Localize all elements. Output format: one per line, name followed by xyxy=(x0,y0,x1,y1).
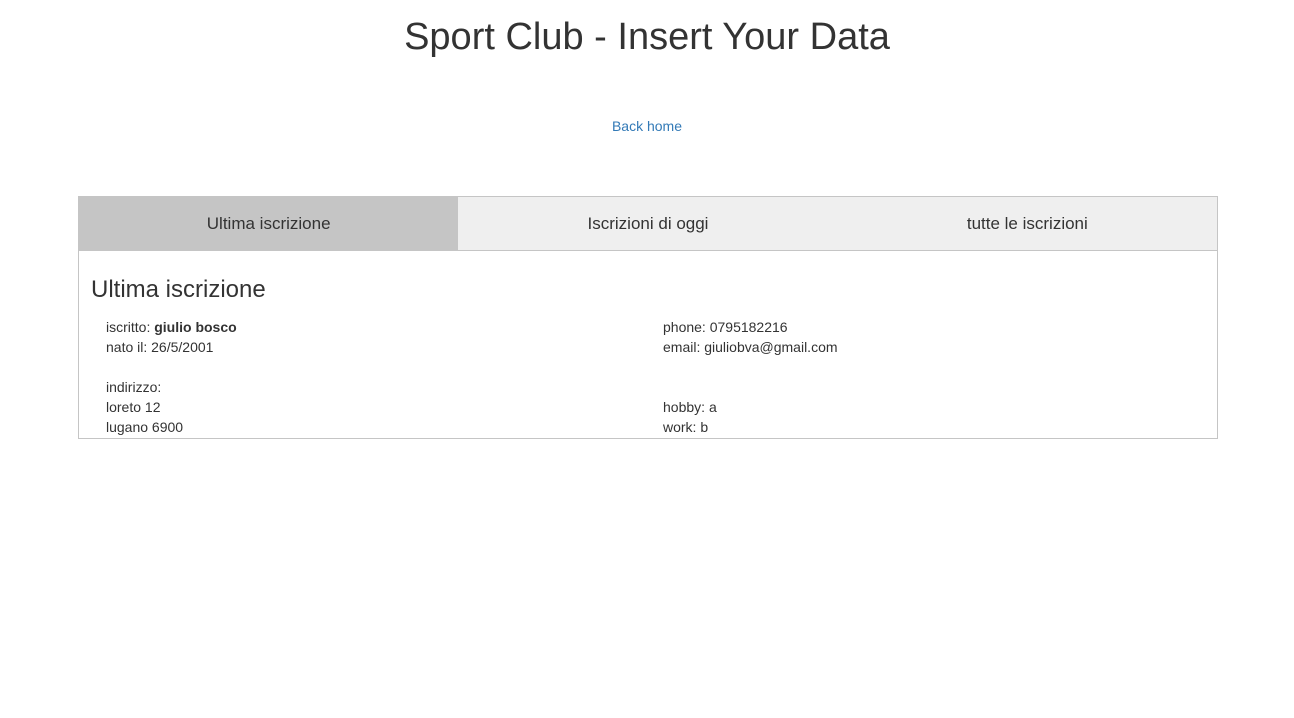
page-title: Sport Club - Insert Your Data xyxy=(404,16,890,58)
tab-bar: Ultima iscrizione Iscrizioni di oggi tut… xyxy=(79,197,1217,251)
tabs-panel: Ultima iscrizione Iscrizioni di oggi tut… xyxy=(78,196,1218,439)
iscritto-row: iscritto: giulio bosco xyxy=(106,317,648,337)
tab-iscrizioni-di-oggi[interactable]: Iscrizioni di oggi xyxy=(458,197,837,250)
hobby-row: hobby: a xyxy=(663,397,1205,417)
nato-row: nato il: 26/5/2001 xyxy=(106,337,648,357)
indirizzo-label: indirizzo: xyxy=(106,379,162,395)
tab-ultima-iscrizione[interactable]: Ultima iscrizione xyxy=(79,197,459,250)
work-value: b xyxy=(700,419,709,435)
city-value: lugano 6900 xyxy=(106,419,184,435)
work-row: work: b xyxy=(663,417,1205,437)
nato-label: nato il: xyxy=(106,339,148,355)
email-row: email: giuliobva@gmail.com xyxy=(663,337,1205,357)
email-value: giuliobva@gmail.com xyxy=(704,339,838,355)
iscritto-value: giulio bosco xyxy=(154,319,237,335)
phone-label: phone: xyxy=(663,319,706,335)
registration-details: iscritto: giulio bosco nato il: 26/5/200… xyxy=(91,317,1205,437)
section-title: Ultima iscrizione xyxy=(91,276,266,303)
phone-row: phone: 0795182216 xyxy=(663,317,1205,337)
phone-value: 0795182216 xyxy=(709,319,788,335)
tab-tutte-le-iscrizioni[interactable]: tutte le iscrizioni xyxy=(838,197,1217,250)
email-label: email: xyxy=(663,339,701,355)
details-right-column: phone: 0795182216 email: giuliobva@gmail… xyxy=(648,317,1205,437)
hobby-label: hobby: xyxy=(663,399,706,415)
back-home-link[interactable]: Back home xyxy=(612,118,682,134)
street-value: loreto 12 xyxy=(106,399,161,415)
details-left-column: iscritto: giulio bosco nato il: 26/5/200… xyxy=(91,317,648,437)
nato-value: 26/5/2001 xyxy=(151,339,214,355)
iscritto-label: iscritto: xyxy=(106,319,151,335)
tab-content: Ultima iscrizione iscritto: giulio bosco… xyxy=(79,251,1217,437)
work-label: work: xyxy=(663,419,697,435)
hobby-value: a xyxy=(708,399,717,415)
back-link-container: Back home xyxy=(0,117,1294,135)
